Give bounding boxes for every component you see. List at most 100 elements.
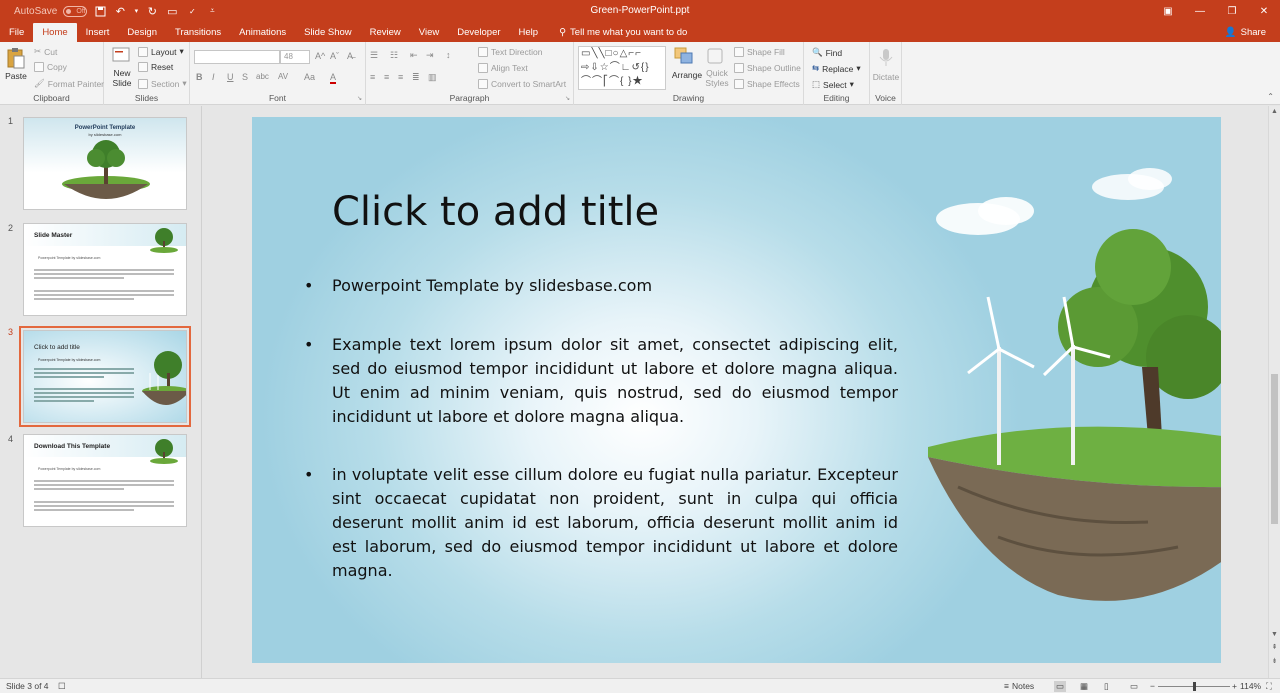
scroll-up-icon[interactable]: ▲ [1269,106,1280,117]
redo-icon[interactable]: ↻ [145,4,159,18]
tab-review[interactable]: Review [361,22,410,42]
underline-button[interactable]: U [227,72,234,82]
slide-thumbnail-4[interactable]: Download This Template Powerpoint Templa… [23,434,187,527]
cut-button[interactable]: ✂ Cut [34,46,57,57]
save-icon[interactable] [93,4,107,18]
zoom-out-icon[interactable]: − [1150,681,1155,691]
reset-button[interactable]: Reset [138,62,173,72]
tab-file[interactable]: File [0,22,33,42]
line-spacing-icon[interactable]: ↕ [446,50,451,60]
bullets-icon[interactable]: ☰ [370,50,378,61]
minimize-icon[interactable]: — [1184,0,1216,22]
increase-font-icon[interactable]: A^ [315,51,325,61]
justify-icon[interactable]: ≣ [412,72,420,83]
vertical-scrollbar[interactable]: ▲ ▼ ⇞ ⇟ [1268,106,1280,678]
scrollbar-thumb[interactable] [1271,374,1278,524]
next-slide-icon[interactable]: ⇟ [1269,656,1280,667]
dictate-button[interactable]: Dictate [872,46,900,90]
shape-fill-button[interactable]: Shape Fill [734,47,785,57]
shadow-button[interactable]: abc [256,72,269,81]
tab-transitions[interactable]: Transitions [166,22,230,42]
tab-slide-show[interactable]: Slide Show [295,22,361,42]
shapes-gallery[interactable]: ▭╲╲□○△⌐⌐ ⇨⇩☆⌒∟↺{} ⌒⌒⎡⌒{ }★ [578,46,666,90]
align-center-icon[interactable]: ≡ [384,72,389,82]
notes-button[interactable]: ≡ Notes [1004,681,1034,691]
text-direction-button[interactable]: Text Direction [478,47,543,57]
spelling-icon[interactable]: ✓ [185,4,199,18]
tab-animations[interactable]: Animations [230,22,295,42]
paragraph-dialog-launcher-icon[interactable]: ↘ [565,95,570,102]
tab-insert[interactable]: Insert [77,22,119,42]
undo-dropdown-icon[interactable]: ▾ [133,4,139,18]
ribbon-display-options-icon[interactable]: ▣ [1152,0,1184,22]
slide-thumbnail-2[interactable]: Slide Master Powerpoint Template by slid… [23,223,187,316]
slide-title-placeholder[interactable]: Click to add title [332,189,659,235]
slide-thumbnail-3[interactable]: Click to add title Powerpoint Template b… [19,326,191,427]
slide-bullet-2[interactable]: Example text lorem ipsum dolor sit amet,… [304,333,898,429]
layout-button[interactable]: Layout ▾ [138,46,184,57]
tab-design[interactable]: Design [118,22,166,42]
customize-qat-icon[interactable]: ⩡ [205,4,219,18]
character-spacing-button[interactable]: AV [278,72,288,81]
new-slide-button[interactable]: New Slide [110,46,134,90]
collapse-ribbon-icon[interactable]: ⌃ [1267,92,1274,101]
accessibility-icon[interactable]: ☐ [58,681,66,692]
share-button[interactable]: 👤 Share [1225,22,1266,42]
fit-to-window-icon[interactable]: ⛶ [1266,681,1272,692]
clear-formatting-icon[interactable]: A̶ [347,51,353,61]
replace-button[interactable]: ⇆ Replace ▾ [812,63,861,74]
align-left-icon[interactable]: ≡ [370,72,375,82]
font-size-field[interactable]: 48 [280,50,310,64]
tab-home[interactable]: Home [33,23,77,42]
paste-button[interactable]: Paste [5,47,28,89]
font-name-field[interactable] [194,50,280,64]
slide-bullet-3[interactable]: in voluptate velit esse cillum dolore eu… [304,463,898,583]
tab-view[interactable]: View [410,22,448,42]
align-text-button[interactable]: Align Text [478,63,528,73]
columns-icon[interactable]: ▥ [428,72,437,83]
slide-thumbnail-1[interactable]: PowerPoint Template by slidesbase.com [23,117,187,210]
tell-me-box[interactable]: ⚲ Tell me what you want to do [559,22,687,42]
shape-effects-button[interactable]: Shape Effects [734,79,800,89]
autosave-toggle[interactable]: Off [63,5,88,17]
align-right-icon[interactable]: ≡ [398,72,403,82]
current-slide[interactable]: Click to add title Powerpoint Template b… [252,117,1221,663]
numbering-icon[interactable]: ☷ [390,50,398,61]
title-bar: AutoSave Off ↶ ▾ ↻ ▭ ✓ ⩡ Green-PowerPoin… [0,0,1280,22]
quick-styles-button[interactable]: Quick Styles [704,46,732,90]
slide-sorter-icon[interactable]: ▦ [1080,681,1088,692]
copy-button[interactable]: Copy [34,62,67,72]
scroll-down-icon[interactable]: ▼ [1269,629,1280,640]
decrease-indent-icon[interactable]: ⇤ [410,50,418,61]
zoom-slider-handle[interactable] [1193,682,1196,691]
font-dialog-launcher-icon[interactable]: ↘ [357,95,362,102]
slide-show-icon[interactable]: ▭ [1130,681,1138,692]
find-button[interactable]: 🔍 Find [812,47,842,58]
zoom-in-icon[interactable]: + [1232,681,1237,691]
reading-view-icon[interactable]: ▯ [1104,681,1109,692]
change-case-button[interactable]: Aa [304,72,315,82]
arrange-button[interactable]: Arrange [672,46,702,90]
normal-view-icon[interactable]: ▭ [1054,681,1067,692]
shape-outline-button[interactable]: Shape Outline [734,63,801,73]
presenter-icon[interactable]: ▭ [165,4,179,18]
zoom-level[interactable]: 114% [1240,681,1261,691]
restore-icon[interactable]: ❐ [1216,0,1248,22]
font-color-button[interactable]: A [330,72,337,84]
slide-bullet-1[interactable]: Powerpoint Template by slidesbase.com [304,274,898,298]
section-button[interactable]: Section ▾ [138,78,187,89]
decrease-font-icon[interactable]: Aˇ [330,51,339,61]
tab-help[interactable]: Help [510,22,548,42]
bold-button[interactable]: B [196,72,203,82]
format-painter-button[interactable]: 🖌 Format Painter [34,78,104,89]
close-icon[interactable]: ✕ [1248,0,1280,22]
convert-smartart-button[interactable]: Convert to SmartArt [478,79,566,89]
thumbnail-number: 1 [8,116,14,126]
select-button[interactable]: ⬚ Select ▾ [812,79,854,90]
tab-developer[interactable]: Developer [448,22,509,42]
previous-slide-icon[interactable]: ⇞ [1269,642,1280,653]
increase-indent-icon[interactable]: ⇥ [426,50,434,61]
italic-button[interactable]: I [212,72,215,82]
strikethrough-button[interactable]: S [242,72,248,82]
undo-icon[interactable]: ↶ [113,4,127,18]
